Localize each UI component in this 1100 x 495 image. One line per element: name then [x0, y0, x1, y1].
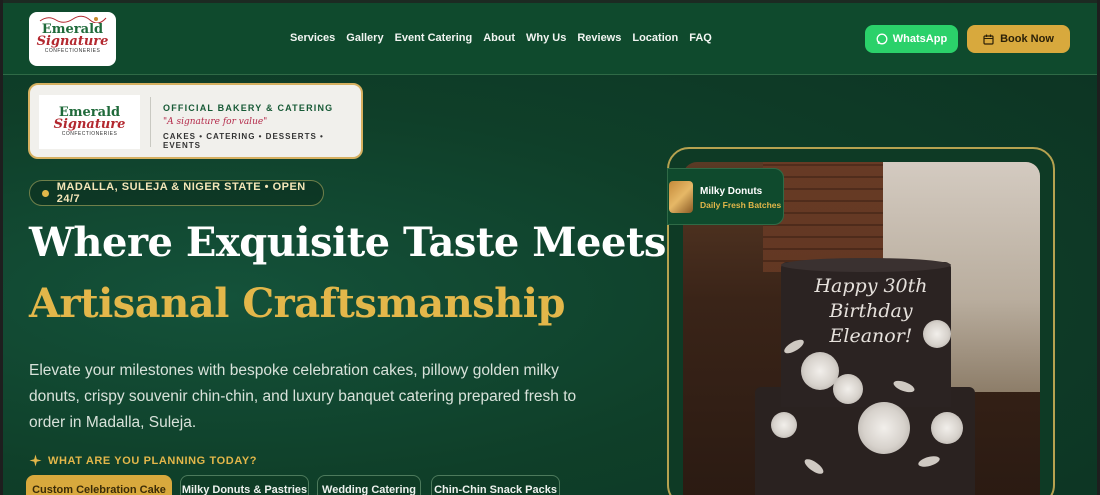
book-now-label: Book Now: [1000, 33, 1054, 45]
badge-divider: [150, 97, 151, 147]
nav-item-about[interactable]: About: [483, 32, 515, 44]
donut-tag-title: Milky Donuts: [700, 186, 763, 197]
location-badge: MADALLA, SULEJA & NIGER STATE • OPEN 24/…: [29, 180, 324, 206]
nav-item-gallery[interactable]: Gallery: [346, 32, 383, 44]
badge-categories: CAKES • CATERING • DESSERTS • EVENTS: [163, 132, 324, 150]
badge-logo-signature: Signature: [53, 116, 126, 132]
nav-item-services[interactable]: Services: [290, 32, 335, 44]
cake-inscription: Happy 30th Birthday Eleanor!: [814, 275, 928, 347]
sugar-rose: [771, 412, 797, 438]
window-frame-top: [0, 0, 1100, 3]
donut-tag-subtitle: Daily Fresh Batches: [700, 200, 782, 210]
sugar-rose: [931, 412, 963, 444]
badge-title: OFFICIAL BAKERY & CATERING: [163, 103, 334, 113]
chip-wedding-catering[interactable]: Wedding Catering: [317, 475, 421, 495]
chip-milky-donuts-pastries[interactable]: Milky Donuts & Pastries: [180, 475, 309, 495]
main-nav: Services Gallery Event Catering About Wh…: [290, 32, 723, 44]
nav-item-reviews[interactable]: Reviews: [577, 32, 621, 44]
hero-headline-gold: Artisanal Craftsmanship: [29, 280, 565, 327]
badge-logo-sub: CONFECTIONERIES: [61, 130, 118, 137]
milky-donuts-tag[interactable]: Milky Donuts Daily Fresh Batches: [667, 168, 784, 225]
hero-headline-line1: Where Exquisite Taste Meets: [29, 219, 666, 266]
logo-text-sub: CONFECTIONERIES: [44, 47, 101, 54]
cake-top-rim: [781, 258, 951, 272]
site-header: Emerald Signature CONFECTIONERIES Servic…: [3, 3, 1097, 75]
whatsapp-label: WhatsApp: [892, 33, 948, 45]
logo[interactable]: Emerald Signature CONFECTIONERIES: [29, 12, 116, 66]
planning-label: WHAT ARE YOU PLANNING TODAY?: [29, 454, 257, 467]
page: Emerald Signature CONFECTIONERIES Servic…: [0, 0, 1100, 495]
window-frame-left: [0, 0, 3, 495]
logo-ornament-icon: [39, 15, 106, 23]
nav-item-event-catering[interactable]: Event Catering: [395, 32, 473, 44]
sugar-rose: [833, 374, 863, 404]
official-badge-card: Emerald Signature CONFECTIONERIES OFFICI…: [28, 83, 363, 159]
sugar-rose: [858, 402, 910, 454]
location-text: MADALLA, SULEJA & NIGER STATE • OPEN 24/…: [56, 181, 306, 205]
sparkle-icon: [29, 454, 42, 467]
nav-item-faq[interactable]: FAQ: [689, 32, 712, 44]
hero-headline-line2: Artisanal Craftsmanship: [29, 280, 565, 327]
badge-logo: Emerald Signature CONFECTIONERIES: [39, 95, 140, 149]
nav-item-why-us[interactable]: Why Us: [526, 32, 566, 44]
chip-custom-celebration-cake[interactable]: Custom Celebration Cake: [26, 475, 172, 495]
nav-item-location[interactable]: Location: [632, 32, 678, 44]
badge-tagline: "A signature for value": [163, 117, 268, 127]
calendar-icon: [983, 34, 994, 45]
hero-description: Elevate your milestones with bespoke cel…: [29, 362, 577, 431]
logo-text-signature: Signature: [36, 33, 109, 49]
chip-chin-chin-snack-packs[interactable]: Chin-Chin Snack Packs: [431, 475, 560, 495]
sugar-rose: [923, 320, 951, 348]
whatsapp-button[interactable]: WhatsApp: [865, 25, 958, 53]
book-now-button[interactable]: Book Now: [967, 25, 1070, 53]
status-dot-icon: [42, 189, 49, 197]
donut-thumbnail: [669, 181, 693, 213]
planning-label-text: WHAT ARE YOU PLANNING TODAY?: [48, 454, 258, 467]
whatsapp-icon: [876, 33, 888, 45]
